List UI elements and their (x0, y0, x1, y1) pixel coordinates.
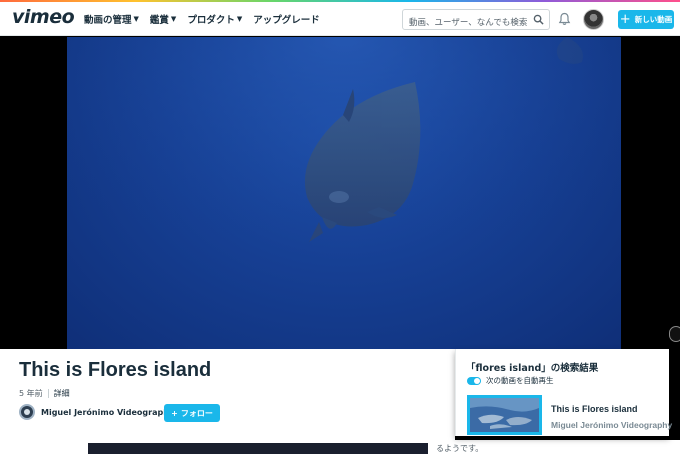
search-box (402, 9, 550, 33)
autoplay-label: 次の動画を自動再生 (486, 376, 554, 385)
bell-icon[interactable] (558, 12, 571, 26)
nav-manage-videos[interactable]: 動画の管理 ▼ (84, 12, 139, 26)
thumbnail-image (470, 398, 539, 432)
below-fold-text: るようです。 (436, 444, 484, 453)
nav-watch[interactable]: 鑑賞 ▼ (150, 12, 176, 26)
plus-icon: + (619, 12, 631, 27)
follow-label: フォロー (180, 408, 213, 418)
upload-age: 5 年前 (19, 389, 43, 398)
search-icon[interactable] (533, 14, 544, 25)
plus-icon: + (171, 408, 178, 418)
video-meta: 5 年前 詳細 (19, 388, 70, 399)
new-video-button[interactable]: + 新しい動画 (618, 10, 674, 29)
chevron-down-icon: ▼ (236, 15, 243, 23)
nav-products[interactable]: プロダクト ▼ (187, 12, 242, 26)
owner-row: Miguel Jerónimo Videography (19, 404, 174, 420)
next-video-thumbnail[interactable] (467, 395, 542, 435)
video-player[interactable] (0, 37, 680, 349)
details-link[interactable]: 詳細 (54, 388, 70, 399)
follow-button[interactable]: + フォロー (164, 404, 220, 422)
owner-name[interactable]: Miguel Jerónimo Videography (41, 408, 174, 417)
next-video-owner[interactable]: Miguel Jerónimo Videography (551, 420, 672, 430)
video-title: This is Flores island (19, 359, 212, 381)
user-avatar[interactable] (583, 9, 604, 30)
search-results-panel: 「flores island」の検索結果 次の動画を自動再生 This is F… (455, 349, 672, 436)
nav-label: プロダクト (187, 15, 235, 26)
video-frame[interactable] (67, 37, 621, 349)
below-fold-media (88, 443, 428, 454)
top-navigation-bar: vimeo 動画の管理 ▼ 鑑賞 ▼ プロダクト ▼ アップグレード + 新しい… (0, 2, 680, 36)
meta-divider (47, 389, 49, 398)
chevron-down-icon: ▼ (133, 15, 139, 23)
nav-label: アップグレード (253, 15, 320, 26)
next-video-title[interactable]: This is Flores island (551, 404, 638, 414)
video-info-panel: This is Flores island 5 年前 詳細 Miguel Jer… (0, 349, 455, 440)
main-nav: 動画の管理 ▼ 鑑賞 ▼ プロダクト ▼ アップグレード (84, 12, 320, 26)
search-input[interactable] (403, 13, 529, 33)
chevron-down-icon: ▼ (170, 15, 177, 23)
vimeo-logo[interactable]: vimeo (12, 6, 75, 28)
nav-upgrade[interactable]: アップグレード (253, 12, 320, 26)
autoplay-row: 次の動画を自動再生 (467, 375, 554, 386)
autoplay-toggle[interactable] (467, 376, 481, 385)
nav-label: 動画の管理 (84, 15, 132, 26)
nav-label: 鑑賞 (149, 15, 169, 26)
search-results-title: 「flores island」の検索結果 (466, 363, 599, 374)
player-side-control[interactable] (669, 326, 680, 342)
owner-avatar[interactable] (19, 404, 35, 420)
new-video-label: 新しい動画 (634, 15, 673, 24)
video-scene (67, 37, 621, 349)
